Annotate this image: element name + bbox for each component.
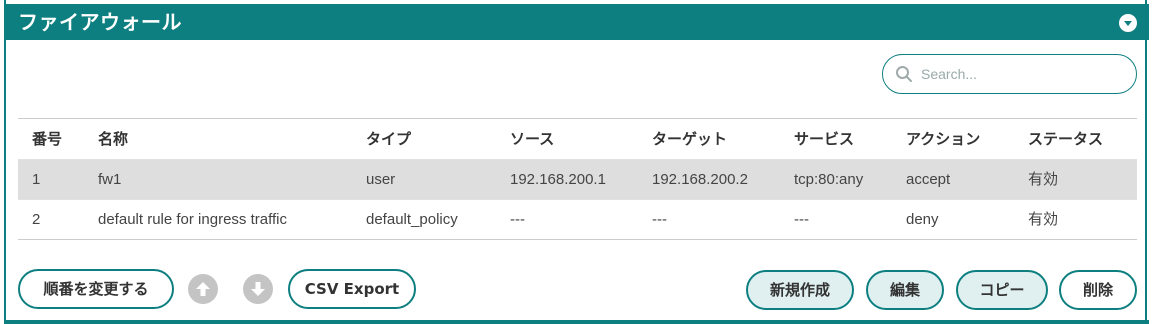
table-row[interactable]: 2 default rule for ingress traffic defau… bbox=[18, 199, 1137, 239]
cell-type: default_policy bbox=[366, 211, 458, 228]
collapse-toggle-button[interactable] bbox=[1119, 14, 1137, 32]
cell-action: accept bbox=[906, 171, 951, 188]
reorder-button[interactable]: 順番を変更する bbox=[18, 269, 174, 309]
table-row[interactable]: 1 fw1 user 192.168.200.1 192.168.200.2 t… bbox=[18, 159, 1137, 199]
cell-service: --- bbox=[794, 211, 809, 228]
panel-header: ファイアウォール bbox=[6, 4, 1149, 40]
page-title: ファイアウォール bbox=[18, 10, 182, 34]
column-header-number[interactable]: 番号 bbox=[32, 119, 62, 159]
column-header-service[interactable]: サービス bbox=[794, 119, 854, 159]
cell-target: 192.168.200.2 bbox=[652, 171, 748, 188]
new-button[interactable]: 新規作成 bbox=[746, 270, 854, 310]
move-down-button[interactable] bbox=[243, 274, 273, 304]
cell-service: tcp:80:any bbox=[794, 171, 864, 188]
column-header-status[interactable]: ステータス bbox=[1028, 119, 1103, 159]
firewall-rules-table: 番号 名称 タイプ ソース ターゲット サービス アクション ステータス 1 f… bbox=[18, 118, 1137, 240]
column-header-name[interactable]: 名称 bbox=[98, 119, 128, 159]
cell-name: default rule for ingress traffic bbox=[98, 211, 287, 228]
panel-bottom-border bbox=[6, 320, 1149, 324]
cell-number: 2 bbox=[32, 211, 41, 228]
edit-button[interactable]: 編集 bbox=[866, 270, 944, 310]
cell-source: 192.168.200.1 bbox=[510, 171, 606, 188]
column-header-target[interactable]: ターゲット bbox=[652, 119, 727, 159]
cell-number: 1 bbox=[32, 171, 41, 188]
cell-target: --- bbox=[652, 211, 667, 228]
delete-button[interactable]: 削除 bbox=[1059, 270, 1137, 310]
cell-status: 有効 bbox=[1028, 211, 1059, 228]
cell-source: --- bbox=[510, 211, 525, 228]
copy-button[interactable]: コピー bbox=[956, 270, 1048, 310]
csv-export-button[interactable]: CSV Export bbox=[288, 269, 416, 309]
table-header-row: 番号 名称 タイプ ソース ターゲット サービス アクション ステータス bbox=[18, 119, 1137, 159]
search-box[interactable] bbox=[882, 54, 1137, 94]
cell-name: fw1 bbox=[98, 171, 122, 188]
column-header-action[interactable]: アクション bbox=[906, 119, 980, 159]
move-up-button[interactable] bbox=[188, 274, 218, 304]
arrow-up-icon bbox=[196, 282, 210, 296]
search-icon bbox=[896, 66, 912, 82]
column-header-type[interactable]: タイプ bbox=[366, 119, 411, 159]
column-header-source[interactable]: ソース bbox=[510, 119, 554, 159]
firewall-panel: ファイアウォール 番号 名称 タイプ ソース ターゲット サービス アクション … bbox=[4, 0, 1149, 324]
cell-status: 有効 bbox=[1028, 171, 1059, 188]
search-input[interactable] bbox=[921, 63, 1126, 85]
cell-action: deny bbox=[906, 211, 939, 228]
cell-type: user bbox=[366, 171, 396, 188]
arrow-down-icon bbox=[251, 282, 265, 296]
